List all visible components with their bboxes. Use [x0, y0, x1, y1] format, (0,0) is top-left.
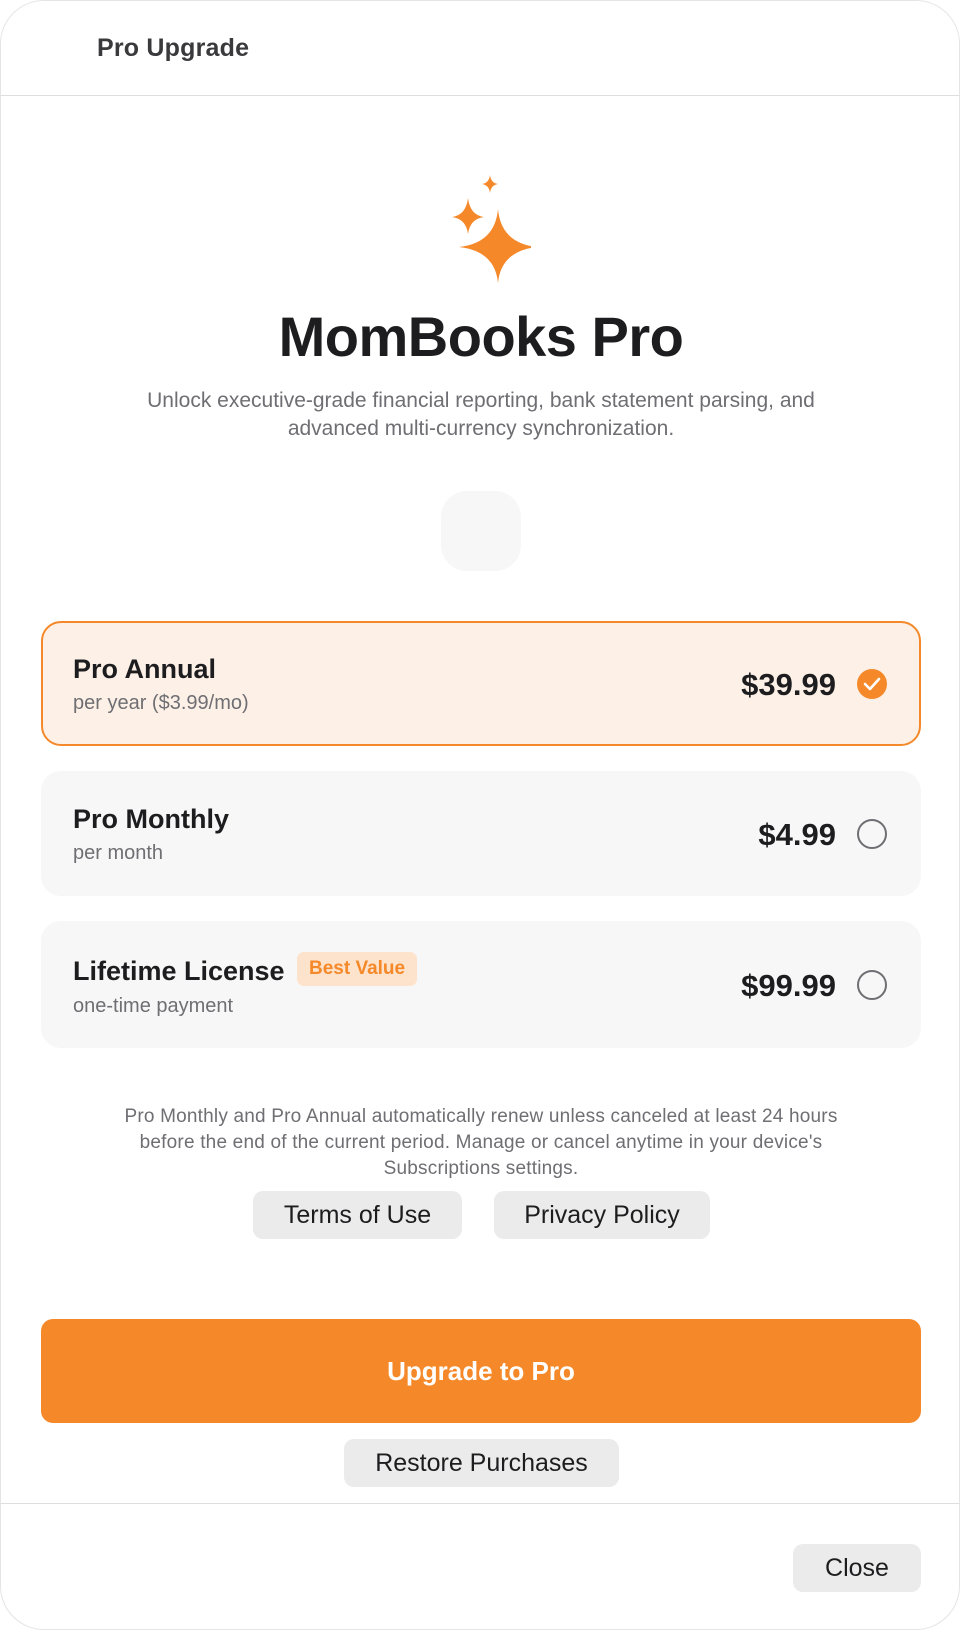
subtitle-line: Unlock executive-grade financial reporti… [147, 389, 815, 412]
privacy-policy-button[interactable]: Privacy Policy [494, 1191, 710, 1239]
subscription-fineprint: Pro Monthly and Pro Annual automatically… [61, 1104, 901, 1182]
window-title: Pro Upgrade [97, 34, 250, 62]
sparkles-icon [431, 171, 537, 286]
fineprint-line: Pro Monthly and Pro Annual automatically… [124, 1106, 838, 1127]
divider [1, 1503, 959, 1504]
subtitle: Unlock executive-grade financial reporti… [81, 387, 881, 443]
title-bar: Pro Upgrade [1, 1, 959, 96]
checkmark-circle-icon[interactable] [857, 669, 887, 699]
plan-name: Pro Annual [73, 654, 217, 684]
subtitle-line: advanced multi-currency synchronization. [287, 417, 675, 440]
plan-option-pro-monthly[interactable]: Pro Monthly per month $4.99 [41, 771, 921, 896]
fineprint-line: Subscriptions settings. [383, 1158, 579, 1179]
image-placeholder [441, 491, 521, 571]
plan-detail: one-time payment [73, 995, 234, 1017]
restore-purchases-button[interactable]: Restore Purchases [344, 1439, 619, 1487]
upgrade-button[interactable]: Upgrade to Pro [41, 1319, 921, 1423]
close-button[interactable]: Close [793, 1544, 921, 1592]
plan-detail: per month [73, 842, 164, 864]
radio-button[interactable] [857, 819, 887, 849]
fineprint-line: before the end of the current period. Ma… [139, 1132, 823, 1153]
plan-name: Pro Monthly [73, 804, 229, 834]
plan-price: $99.99 [741, 968, 836, 1003]
plan-option-lifetime[interactable]: Lifetime License Best Value one-time pay… [41, 921, 921, 1048]
app-name: MomBooks Pro [278, 305, 684, 368]
upgrade-window: Pro Upgrade MomBooks Pro Unlock executiv… [0, 0, 960, 1630]
plan-option-pro-annual[interactable]: Pro Annual per year ($3.99/mo) $39.99 [41, 621, 921, 746]
best-value-badge: Best Value [297, 952, 418, 986]
plan-price: $39.99 [741, 667, 836, 702]
plan-name: Lifetime License [73, 956, 285, 986]
terms-of-use-button[interactable]: Terms of Use [253, 1191, 462, 1239]
radio-button[interactable] [857, 970, 887, 1000]
plan-price: $4.99 [758, 817, 836, 852]
plan-detail: per year ($3.99/mo) [73, 692, 249, 714]
